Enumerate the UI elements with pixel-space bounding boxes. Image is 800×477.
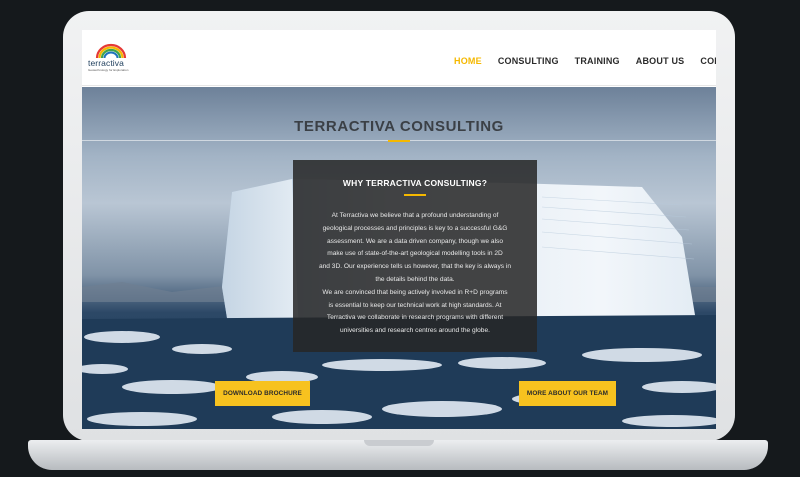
main-nav: HOME CONSULTING TRAINING ABOUT US CONTACT — [454, 51, 716, 66]
info-box-title: WHY TERRACTIVA CONSULTING? — [342, 178, 488, 188]
site-header: terractiva Geotechnology for Exploration… — [82, 30, 716, 86]
nav-home[interactable]: HOME — [454, 56, 482, 66]
info-text-line: universities and research centres around… — [340, 327, 490, 335]
laptop-base — [28, 440, 768, 470]
info-text-line: geological processes and principles is k… — [322, 224, 508, 232]
logo-tagline: Geotechnology for Exploration — [88, 68, 129, 72]
nav-contact[interactable]: CONTACT — [700, 56, 716, 66]
hero-title: TERRACTIVA CONSULTING — [294, 118, 504, 135]
nav-about-us[interactable]: ABOUT US — [636, 56, 685, 66]
logo[interactable]: terractiva Geotechnology for Exploration — [88, 41, 134, 75]
more-about-team-button[interactable]: MORE ABOUT OUR TEAM — [519, 381, 616, 406]
laptop-notch — [364, 440, 434, 446]
nav-training[interactable]: TRAINING — [575, 56, 620, 66]
download-brochure-button[interactable]: DOWNLOAD BROCHURE — [215, 381, 310, 406]
info-text-line: assessment. We are a data driven company… — [326, 237, 504, 245]
why-terractiva-box: WHY TERRACTIVA CONSULTING? At Terractiva… — [293, 160, 537, 352]
rainbow-arc-logo-icon — [95, 43, 127, 59]
info-text-line: We are convinced that being actively inv… — [322, 288, 508, 296]
hero-title-accent — [388, 140, 410, 142]
laptop-screen: terractiva Geotechnology for Exploration… — [82, 30, 716, 429]
logo-name: terractiva — [88, 58, 124, 68]
info-text-line: the details behind the data. — [375, 275, 455, 283]
info-text-line: At Terractiva we believe that a profound… — [331, 212, 499, 219]
info-text-line: and 3D. Our experience tells us however,… — [318, 263, 512, 271]
hero-section: TERRACTIVA CONSULTING WHY TERRACTIVA CON… — [82, 87, 716, 429]
info-box-accent — [404, 194, 426, 196]
info-text-line: make use of state-of-the-art geological … — [327, 250, 503, 258]
nav-consulting[interactable]: CONSULTING — [498, 56, 559, 66]
info-text-line: Terractiva we collaborate in research pr… — [326, 314, 504, 322]
info-text-line: is essential to keep our technical work … — [328, 301, 502, 309]
